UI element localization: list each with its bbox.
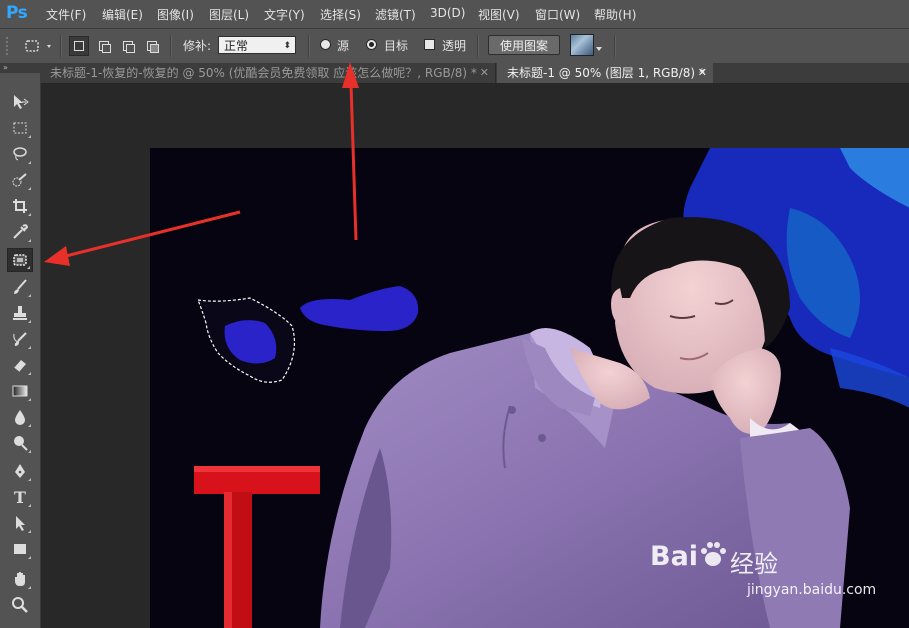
annotation-arrows xyxy=(44,62,359,266)
red-arrow-to-source-option xyxy=(342,62,359,241)
red-arrow-to-patch-tool xyxy=(44,210,241,266)
